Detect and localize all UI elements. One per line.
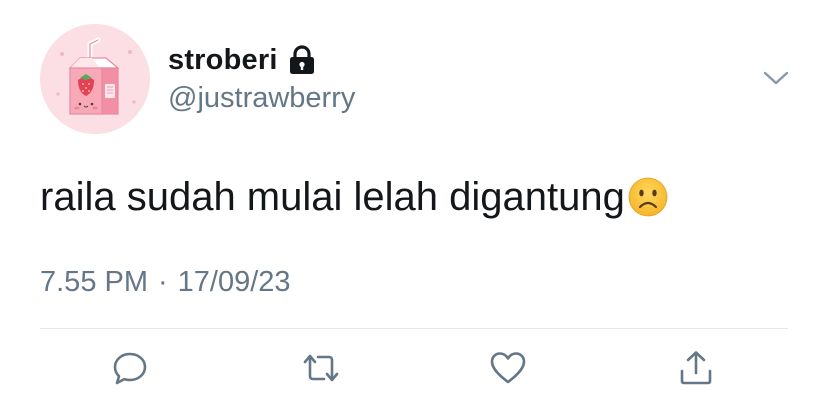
tweet: stroberi @justrawberry raila sudah mulai… bbox=[0, 0, 828, 417]
meta-separator: · bbox=[158, 266, 168, 298]
retweet-icon bbox=[299, 348, 343, 393]
tweet-meta: 7.55 PM · 17/09/23 bbox=[40, 266, 291, 299]
display-name[interactable]: stroberi bbox=[168, 44, 278, 77]
like-button[interactable] bbox=[484, 346, 532, 394]
user-name-row: stroberi bbox=[168, 42, 316, 78]
share-icon bbox=[676, 348, 716, 393]
tweet-text-content: raila sudah mulai lelah digantung bbox=[40, 175, 625, 219]
tweet-date[interactable]: 17/09/23 bbox=[178, 266, 291, 299]
heart-icon bbox=[488, 348, 528, 393]
speech-bubble-icon bbox=[110, 348, 150, 393]
share-button[interactable] bbox=[672, 346, 720, 394]
action-bar bbox=[0, 346, 828, 396]
retweet-button[interactable] bbox=[297, 346, 345, 394]
reply-button[interactable] bbox=[106, 346, 154, 394]
lock-icon bbox=[288, 44, 316, 76]
frowning-face-icon bbox=[627, 176, 669, 218]
avatar[interactable] bbox=[40, 24, 150, 134]
tweet-text: raila sudah mulai lelah digantung bbox=[40, 172, 669, 222]
divider bbox=[40, 328, 788, 329]
strawberry-milk-carton-icon bbox=[40, 24, 150, 134]
chevron-down-icon[interactable] bbox=[760, 64, 792, 92]
user-handle[interactable]: @justrawberry bbox=[168, 82, 355, 115]
tweet-time[interactable]: 7.55 PM bbox=[40, 266, 148, 299]
